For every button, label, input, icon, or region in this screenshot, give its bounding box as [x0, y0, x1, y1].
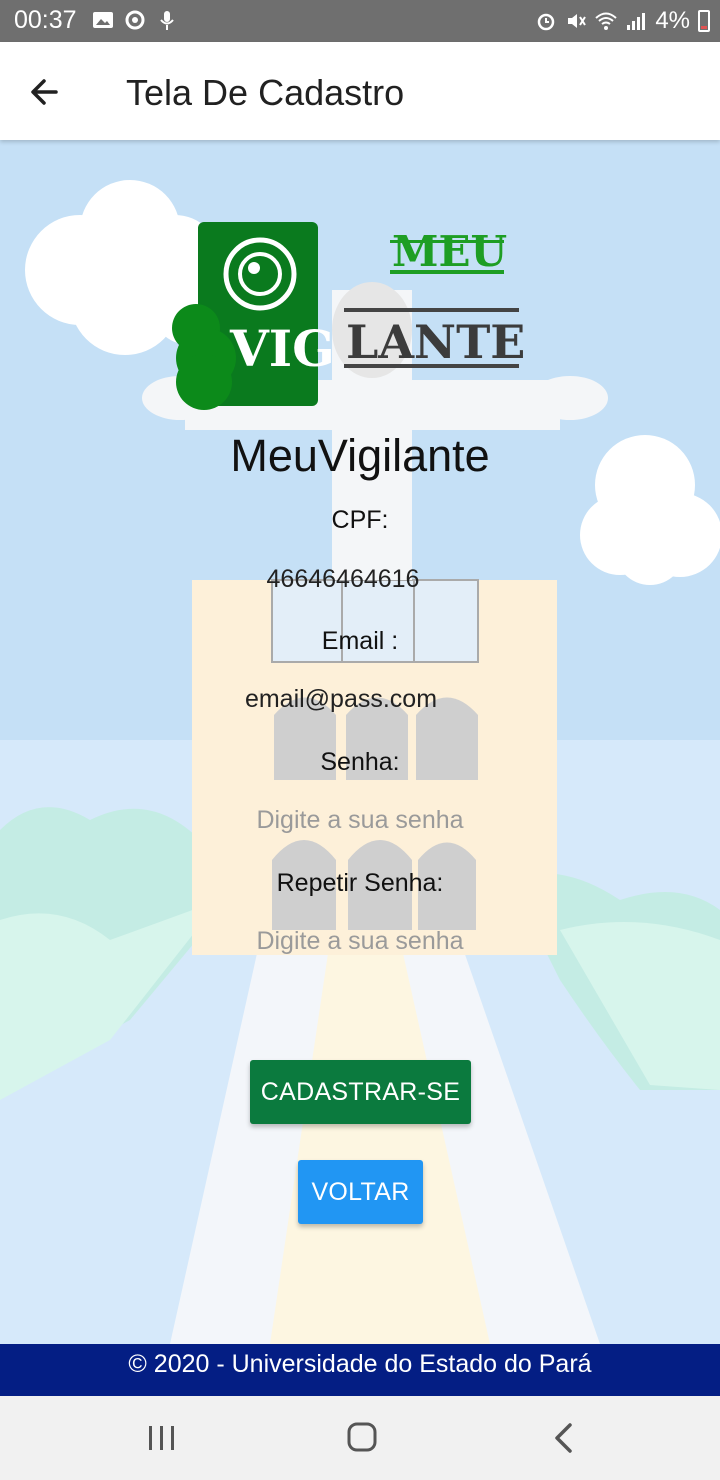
sync-icon [125, 10, 145, 30]
cpf-field[interactable] [143, 557, 543, 601]
mic-icon [160, 11, 174, 30]
back-button[interactable]: VOLTAR [298, 1160, 423, 1224]
register-form: VIG MEU LANTE MeuVigilante CPF: Email : … [0, 140, 720, 1344]
footer: © 2020 - Universidade do Estado do Pará [0, 1344, 720, 1396]
logo-word-lante: LANTE [346, 315, 525, 369]
back-icon[interactable] [544, 1420, 584, 1456]
home-icon[interactable] [342, 1420, 382, 1456]
wifi-icon [595, 12, 617, 30]
register-button[interactable]: CADASTRAR-SE [250, 1060, 471, 1124]
status-time: 00:37 [14, 6, 77, 34]
email-label: Email : [321, 627, 399, 655]
logo-word-meu: MEU [392, 227, 507, 276]
repeat-password-field[interactable] [160, 919, 560, 963]
arrow-left-icon[interactable] [26, 72, 66, 112]
image-icon [93, 12, 113, 28]
status-bar: 00:37 4% [0, 0, 720, 42]
password-label: Senha: [320, 748, 400, 776]
mute-icon [568, 14, 587, 28]
cpf-label: CPF: [331, 506, 389, 534]
logo-word-vig: VIG [229, 319, 335, 378]
recent-apps-icon[interactable] [142, 1420, 182, 1456]
battery-percent: 4% [655, 7, 690, 34]
repeat-password-label: Repetir Senha: [276, 869, 444, 897]
status-right-icons: 4% [535, 7, 710, 35]
app-logo: VIG MEU LANTE [172, 222, 525, 410]
footer-copyright: © 2020 - Universidade do Estado do Pará [128, 1350, 592, 1378]
signal-icon [627, 13, 646, 30]
battery-icon [698, 10, 710, 32]
page-title: Tela De Cadastro [126, 72, 405, 113]
app-name: MeuVigilante [230, 430, 490, 481]
alarm-icon [538, 13, 555, 31]
email-field[interactable] [141, 677, 541, 721]
password-field[interactable] [160, 798, 560, 842]
system-nav-bar [0, 1396, 720, 1480]
app-bar: Tela De Cadastro [0, 42, 720, 140]
status-left-icons [92, 9, 178, 31]
